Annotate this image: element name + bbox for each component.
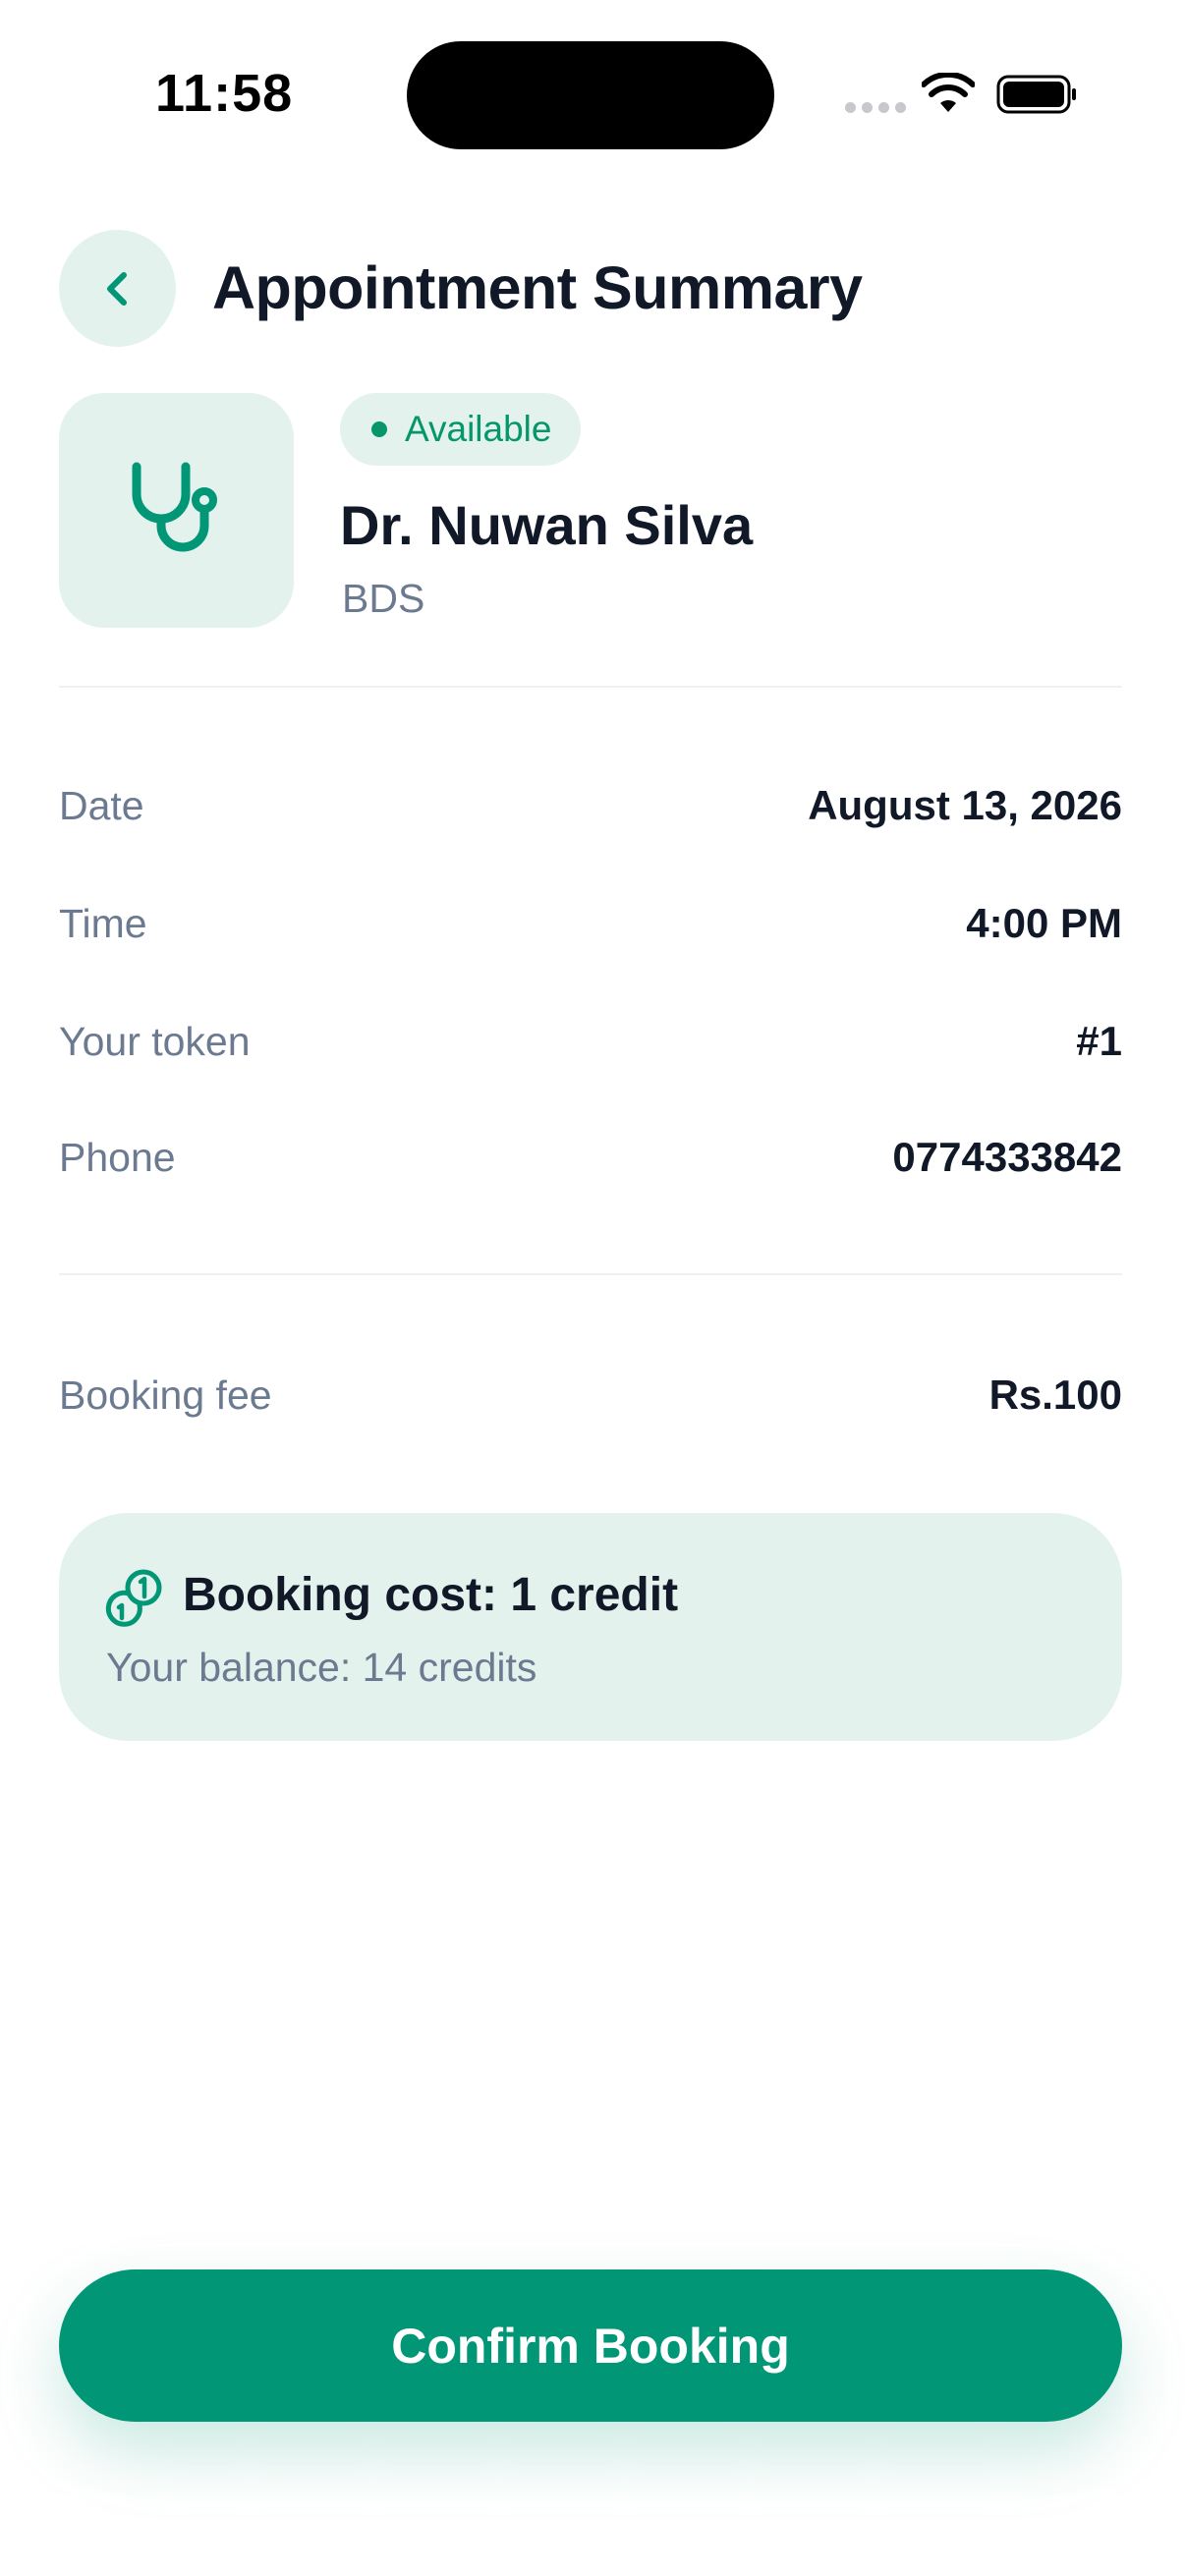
- detail-value: #1: [1076, 1018, 1122, 1064]
- detail-row-phone: Phone 0774333842: [59, 1128, 1122, 1187]
- wifi-icon: [922, 73, 975, 112]
- fee-label: Booking fee: [59, 1372, 272, 1418]
- detail-label: Phone: [59, 1134, 176, 1180]
- doctor-avatar: [59, 393, 294, 628]
- doctor-qualification: BDS: [342, 576, 425, 621]
- cellular-signal-icon: [845, 102, 906, 113]
- page-title: Appointment Summary: [212, 254, 863, 321]
- detail-row-token: Your token #1: [59, 1012, 1122, 1071]
- detail-row-time: Time 4:00 PM: [59, 894, 1122, 953]
- divider: [59, 1273, 1122, 1275]
- fee-value: Rs.100: [988, 1372, 1122, 1418]
- credit-balance: Your balance: 14 credits: [106, 1645, 537, 1690]
- status-time: 11:58: [155, 64, 294, 123]
- doctor-name: Dr. Nuwan Silva: [340, 494, 754, 556]
- divider: [59, 686, 1122, 688]
- booking-fee-row: Booking fee Rs.100: [59, 1366, 1122, 1425]
- detail-label: Your token: [59, 1018, 251, 1064]
- battery-icon: [996, 75, 1076, 114]
- availability-label: Available: [405, 409, 552, 449]
- booking-cost-card: Booking cost: 1 credit Your balance: 14 …: [59, 1513, 1122, 1741]
- booking-cost-title: Booking cost: 1 credit: [183, 1569, 679, 1621]
- detail-value: August 13, 2026: [808, 782, 1122, 828]
- detail-value: 4:00 PM: [966, 900, 1122, 946]
- detail-row-date: Date August 13, 2026: [59, 776, 1122, 835]
- availability-badge: Available: [340, 393, 582, 466]
- detail-label: Date: [59, 782, 144, 828]
- status-dot-icon: [371, 421, 387, 437]
- status-icons: [845, 73, 1081, 122]
- detail-value: 0774333842: [892, 1134, 1122, 1180]
- chevron-left-icon: [106, 271, 127, 306]
- confirm-booking-button[interactable]: Confirm Booking: [59, 2269, 1122, 2422]
- screen: 11:58 Appointment Summary Available Dr. …: [0, 0, 1185, 2576]
- dynamic-island: [407, 41, 774, 149]
- detail-label: Time: [59, 900, 147, 946]
- stethoscope-icon: [132, 462, 217, 551]
- coins-icon: [105, 1569, 162, 1627]
- back-button[interactable]: [59, 230, 176, 347]
